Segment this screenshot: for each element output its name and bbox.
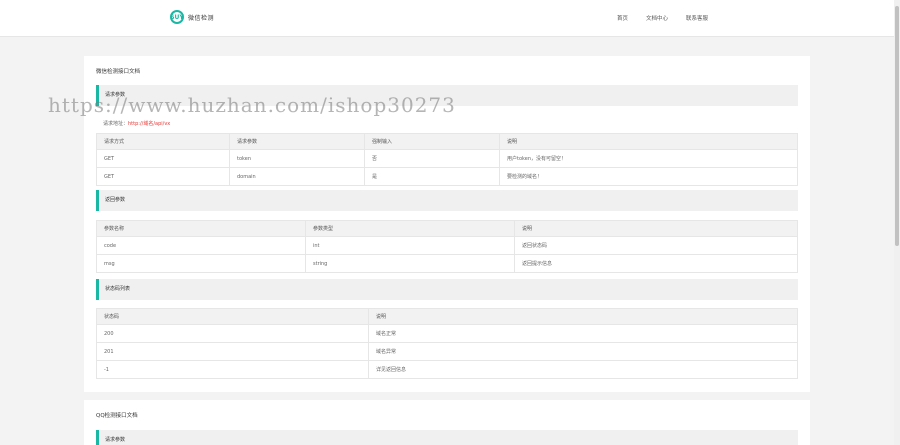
main-nav: 首页 文档中心 联系客服 — [617, 14, 708, 22]
nav-contact[interactable]: 联系客服 — [686, 14, 708, 22]
table-cell: 详见返回信息 — [368, 360, 798, 379]
logo-text: 微信检测 — [188, 14, 215, 22]
col-header: 强制输入 — [364, 133, 500, 150]
table-cell: msg — [96, 254, 306, 273]
table-cell: 域名正常 — [368, 324, 798, 343]
status-section-header: 状态码列表 — [96, 279, 798, 300]
table-row: msg string 返回提示信息 — [96, 254, 798, 273]
table-header-row: 状态码 说明 — [96, 308, 798, 325]
site-logo[interactable]: SUY 微信检测 — [170, 10, 214, 24]
table-cell: 返回状态码 — [514, 236, 798, 255]
address-label: 请求地址： — [103, 121, 129, 127]
nav-docs[interactable]: 文档中心 — [646, 14, 668, 22]
table-cell: token — [229, 149, 365, 168]
logo-icon: SUY — [170, 10, 184, 24]
table-header-row: 参数名称 参数类型 说明 — [96, 220, 798, 237]
col-header: 参数名称 — [96, 220, 306, 237]
nav-home[interactable]: 首页 — [617, 14, 628, 22]
table-cell: 是 — [364, 167, 500, 186]
request-table: 请求方式 请求参数 强制输入 说明 GET token 否 用户token，没有… — [96, 133, 798, 186]
request-section-header: 请求参数 — [96, 85, 798, 106]
table-cell: 否 — [364, 149, 500, 168]
col-header: 请求参数 — [229, 133, 365, 150]
card-title: 微信检测接口文档 — [96, 69, 141, 75]
table-cell: domain — [229, 167, 365, 186]
table-row: code int 返回状态码 — [96, 236, 798, 255]
scrollbar-thumb[interactable] — [895, 6, 899, 246]
table-cell: 201 — [96, 342, 369, 361]
table-cell: code — [96, 236, 306, 255]
top-navbar: SUY 微信检测 首页 文档中心 联系客服 — [0, 0, 900, 37]
table-cell: GET — [96, 149, 230, 168]
col-header: 参数类型 — [305, 220, 515, 237]
table-cell: 用户token，没有可留空！ — [499, 149, 798, 168]
col-header: 说明 — [499, 133, 798, 150]
request-section-header: 请求参数 — [96, 430, 798, 445]
table-cell: 200 — [96, 324, 369, 343]
table-cell: 返回提示信息 — [514, 254, 798, 273]
table-row: -1 详见返回信息 — [96, 360, 798, 379]
col-header: 说明 — [514, 220, 798, 237]
table-cell: string — [305, 254, 515, 273]
request-address: 请求地址：http://域名/api/vx — [103, 120, 170, 127]
table-row: GET domain 是 要检测的域名！ — [96, 167, 798, 186]
col-header: 状态码 — [96, 308, 369, 325]
address-url[interactable]: http://域名/api/vx — [128, 121, 170, 127]
status-table: 状态码 说明 200 域名正常 201 域名异常 -1 详见返回信息 — [96, 308, 798, 379]
wechat-doc-card: 微信检测接口文档 请求参数 请求地址：http://域名/api/vx 请求方式… — [84, 56, 810, 392]
table-header-row: 请求方式 请求参数 强制输入 说明 — [96, 133, 798, 150]
table-row: 200 域名正常 — [96, 324, 798, 343]
table-cell: int — [305, 236, 515, 255]
table-cell: -1 — [96, 360, 369, 379]
table-cell: 要检测的域名！ — [499, 167, 798, 186]
qq-doc-card: QQ检测接口文档 请求参数 — [84, 400, 810, 445]
return-table: 参数名称 参数类型 说明 code int 返回状态码 msg string 返… — [96, 220, 798, 273]
col-header: 请求方式 — [96, 133, 230, 150]
table-cell: GET — [96, 167, 230, 186]
card-title: QQ检测接口文档 — [96, 413, 138, 419]
col-header: 说明 — [368, 308, 798, 325]
return-section-header: 返回参数 — [96, 190, 798, 211]
table-cell: 域名异常 — [368, 342, 798, 361]
page-scrollbar[interactable] — [894, 0, 900, 445]
table-row: GET token 否 用户token，没有可留空！ — [96, 149, 798, 168]
table-row: 201 域名异常 — [96, 342, 798, 361]
